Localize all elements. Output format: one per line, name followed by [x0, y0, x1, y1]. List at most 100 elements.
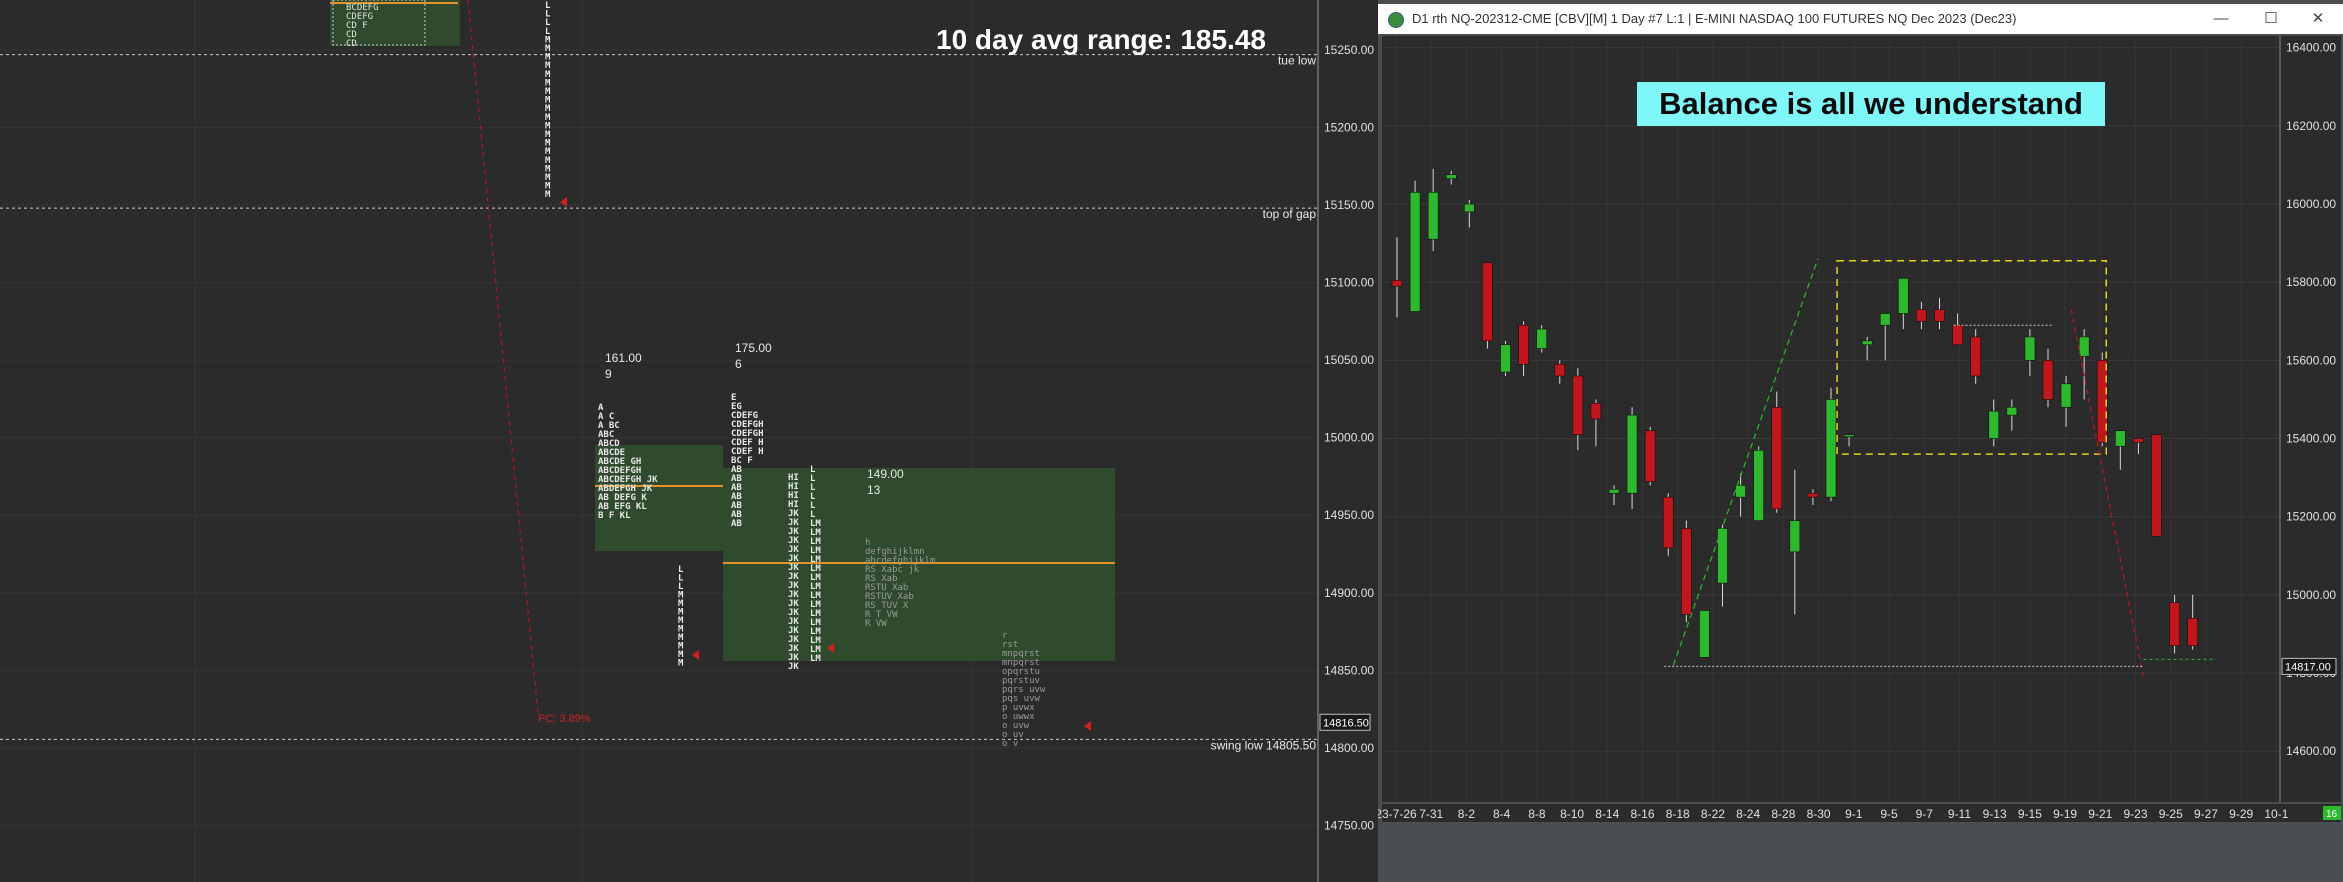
profile-range-label: 175.00 — [735, 341, 772, 355]
candle-body — [1952, 324, 1963, 346]
candle-body — [2151, 434, 2162, 537]
candle-body — [1898, 278, 1909, 314]
price-tick-label: 14750.00 — [1324, 818, 1374, 832]
candle-body — [1500, 344, 1511, 373]
time-tick-label: 8-4 — [1493, 807, 1511, 821]
price-tick-label: 16000.00 — [2286, 197, 2336, 211]
candle-body — [2169, 602, 2180, 646]
avg-range-label: 10 day avg range: 185.48 — [936, 24, 1266, 55]
tpo-letters: B F KL — [598, 511, 631, 521]
price-tick-label: 15400.00 — [2286, 432, 2336, 446]
window-title: D1 rth NQ-202312-CME [CBV][M] 1 Day #7 L… — [1412, 11, 2017, 26]
price-tick-label: 15150.00 — [1324, 198, 1374, 212]
price-axis-area — [2280, 36, 2341, 802]
pc-label: PC: 3.89% — [538, 713, 591, 725]
maximize-button[interactable]: ☐ — [2251, 4, 2291, 34]
candle-body — [1464, 203, 1475, 213]
time-tick-label: 8-10 — [1560, 807, 1584, 821]
profile-range-label: 161.00 — [605, 351, 642, 365]
price-tick-label: 15200.00 — [2286, 510, 2336, 524]
minimize-button[interactable]: — — [2201, 4, 2241, 34]
price-tick-label: 15600.00 — [2286, 353, 2336, 367]
candle-body — [1825, 399, 1837, 498]
candle-body — [1554, 363, 1566, 377]
time-tick-label: 8-2 — [1458, 807, 1476, 821]
time-tick-label: 9-25 — [2159, 807, 2183, 821]
candle-body — [1409, 192, 1421, 312]
tpo-letter: M — [545, 190, 551, 200]
candle-body — [1843, 434, 1855, 437]
tpo-letter: M — [678, 659, 684, 669]
reference-line-label: top of gap — [1263, 207, 1317, 221]
time-tick-label: 9-23 — [2124, 807, 2148, 821]
price-tick-label: 16200.00 — [2286, 119, 2336, 133]
candle-body — [1717, 528, 1728, 584]
candle-body — [1391, 279, 1403, 287]
candle-body — [1681, 528, 1692, 615]
tpo-letters: o v — [1002, 739, 1018, 749]
tpo-profile-chart: 15250.00 15200.00 15150.00 15100.00 15050.00… — [0, 0, 1374, 882]
time-tick-label: 9-5 — [1880, 807, 1898, 821]
candle-body — [2078, 336, 2090, 357]
candle-body — [2024, 336, 2036, 361]
candle-body — [1861, 340, 1873, 346]
red-marker — [1084, 721, 1091, 731]
time-tick-label: 9-15 — [2018, 807, 2042, 821]
price-tick-label: 15050.00 — [1324, 353, 1374, 367]
time-tick-label: 10-1 — [2264, 807, 2288, 821]
time-tick-label: 9-11 — [1948, 807, 1971, 821]
red-marker — [692, 650, 699, 660]
price-tick-label: 14600.00 — [2286, 744, 2336, 758]
candle-body — [1879, 313, 1891, 326]
trend-line — [467, 0, 539, 714]
time-tick-label: 8-24 — [1736, 807, 1760, 821]
candle-body — [1626, 414, 1638, 494]
time-tick-label: 8-14 — [1595, 807, 1619, 821]
candle-body — [1608, 489, 1620, 494]
candle-body — [1699, 610, 1710, 658]
candle-body — [1735, 485, 1746, 498]
price-tick-label: 14950.00 — [1324, 508, 1374, 522]
right-chart-window: D1 rth NQ-202312-CME [CBV][M] 1 Day #7 L… — [1378, 0, 2343, 882]
price-tick-label: 16400.00 — [2286, 41, 2336, 55]
last-price-label: 14817.00 — [2285, 661, 2331, 673]
current-price-label: 14816.50 — [1323, 717, 1369, 729]
time-tick-label: 8-28 — [1771, 807, 1795, 821]
globe-icon — [1388, 12, 1404, 28]
profile-count-label: 6 — [735, 357, 742, 371]
candle-body — [1445, 174, 1457, 179]
left-profile-panel: 15250.00 15200.00 15150.00 15100.00 15050.00… — [0, 0, 1378, 882]
price-tick-label: 15200.00 — [1324, 121, 1374, 135]
candle-body — [1590, 403, 1602, 420]
tpo-letter: LM — [810, 654, 821, 664]
candle-body — [1934, 309, 1945, 322]
time-tick-label: 8-22 — [1701, 807, 1725, 821]
candle-body — [1518, 324, 1529, 365]
candle-body — [1427, 192, 1439, 240]
profile-count-label: 13 — [867, 483, 881, 497]
candle-body — [2042, 360, 2054, 400]
profile-count-label: 9 — [605, 367, 612, 381]
time-tick-label: 23-7-26 — [1378, 807, 1417, 821]
price-tick-label: 14800.00 — [1324, 741, 1374, 755]
time-tick-label: 9-29 — [2229, 807, 2253, 821]
price-tick-label: 15100.00 — [1324, 276, 1374, 290]
candle-body — [1644, 430, 1656, 482]
time-tick-label: 7-31 — [1419, 807, 1443, 821]
candle-body — [2133, 438, 2144, 443]
candle-body — [1662, 496, 1674, 549]
candle-body — [1988, 410, 2000, 439]
profile-range-label: 149.00 — [867, 467, 904, 481]
time-tick-label: 9-1 — [1845, 807, 1863, 821]
price-tick-label: 14900.00 — [1324, 586, 1374, 600]
time-tick-label: 8-16 — [1630, 807, 1654, 821]
close-button[interactable]: ✕ — [2298, 4, 2338, 34]
time-tick-label: 8-8 — [1528, 807, 1546, 821]
tpo-letters: CD — [346, 39, 357, 49]
corner-label: 16 — [2326, 809, 2338, 820]
time-tick-label: 9-13 — [1983, 807, 2007, 821]
candle-body — [1807, 492, 1819, 498]
price-tick-label: 15250.00 — [1324, 43, 1374, 57]
time-tick-label: 8-30 — [1807, 807, 1831, 821]
tpo-letter: JK — [788, 662, 799, 672]
